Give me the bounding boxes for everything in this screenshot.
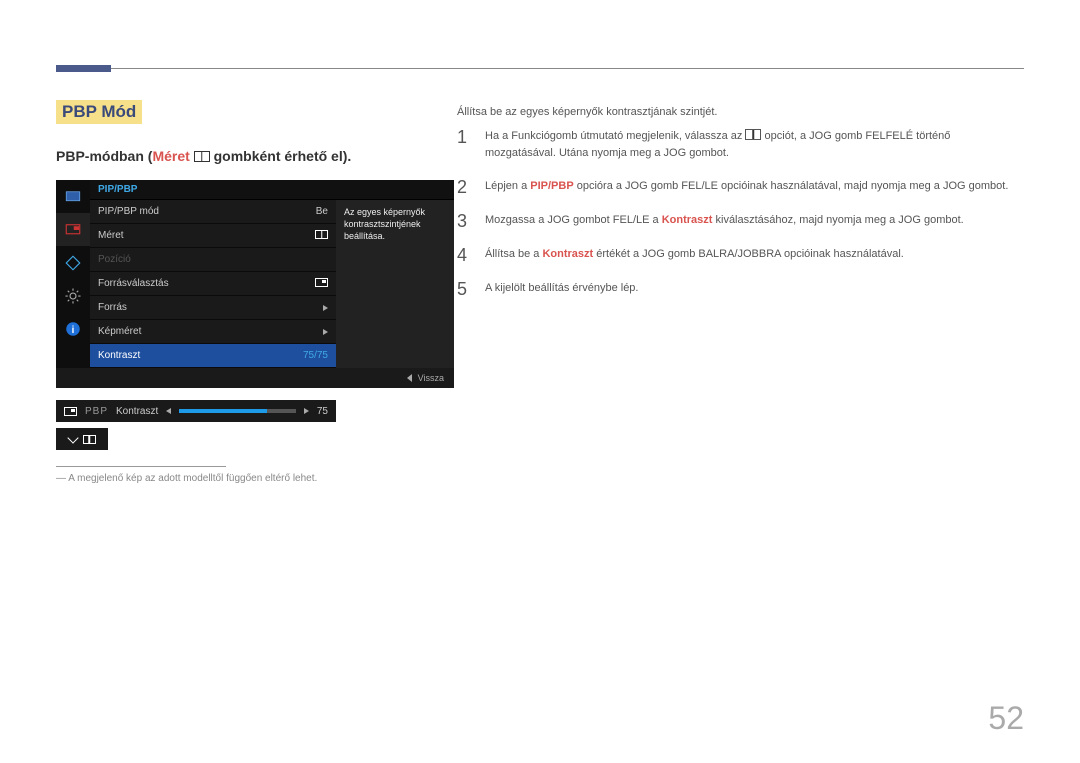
osd-icon-view[interactable] [56, 246, 90, 279]
bottom-hint [56, 428, 108, 450]
osd-icon-picture[interactable] [56, 180, 90, 213]
t: kiválasztásához, majd nyomja meg a JOG g… [712, 214, 963, 226]
left-column: PBP Mód PBP-módban (Méret gombként érhet… [56, 100, 456, 484]
slider-mode: PBP [85, 406, 108, 417]
t: opcióra a JOG gomb FEL/LE opcióinak hasz… [574, 180, 1009, 192]
osd-icon-info[interactable]: i [56, 312, 90, 345]
divider [56, 466, 226, 467]
osd-row-label: Forrásválasztás [98, 278, 169, 289]
top-accent [56, 65, 111, 72]
osd-row-label: Képméret [98, 326, 141, 337]
osd-row-size[interactable]: Méret [90, 224, 336, 248]
osd-row-position: Pozíció [90, 248, 336, 272]
inset-icon [64, 407, 77, 416]
osd-sidebar: i [56, 180, 90, 368]
svg-text:i: i [72, 324, 75, 335]
osd-row-label: Pozíció [98, 254, 131, 265]
osd-row-label: Kontraszt [98, 350, 140, 361]
osd-row-pipmode[interactable]: PIP/PBP mód Be [90, 200, 336, 224]
chevron-right-icon [323, 305, 328, 311]
pbp-split-icon [194, 151, 210, 162]
t: A kijelölt beállítás érvénybe lép. [485, 282, 638, 294]
osd-row-contrast[interactable]: Kontraszt 75/75 [90, 344, 336, 368]
osd-row-imgsize[interactable]: Képméret [90, 320, 336, 344]
step-number: 2 [457, 178, 471, 196]
osd-list: PIP/PBP mód Be Méret Pozíció Forrásv [90, 200, 336, 368]
right-column: Állítsa be az egyes képernyők kontrasztj… [457, 106, 1023, 314]
t: értékét a JOG gomb BALRA/JOBBRA opcióina… [593, 248, 904, 260]
subheading-highlight: Méret [152, 148, 189, 164]
subheading: PBP-módban (Méret gombként érhető el). [56, 148, 456, 164]
step-body: Ha a Funkciógomb útmutató megjelenik, vá… [485, 128, 1023, 162]
step-body: Lépjen a PIP/PBP opcióra a JOG gomb FEL/… [485, 178, 1023, 196]
intro-text: Állítsa be az egyes képernyők kontrasztj… [457, 106, 1023, 118]
t-h: Kontraszt [542, 248, 593, 260]
slider-box: PBP Kontraszt 75 [56, 400, 336, 422]
step-number: 5 [457, 280, 471, 298]
t: Mozgassa a JOG gombot FEL/LE a [485, 214, 662, 226]
step-5: 5 A kijelölt beállítás érvénybe lép. [457, 280, 1023, 298]
chevron-down-icon [67, 432, 78, 443]
osd-row-source[interactable]: Forrás [90, 296, 336, 320]
section-title: PBP Mód [56, 100, 142, 124]
osd-row-label: Méret [98, 230, 124, 241]
osd-header: PIP/PBP [90, 180, 454, 200]
osd-icon-pip[interactable] [56, 213, 90, 246]
t: Állítsa be a [485, 248, 542, 260]
step-number: 4 [457, 246, 471, 264]
slider-value: 75 [317, 406, 328, 417]
chevron-left-icon[interactable] [166, 408, 171, 414]
pbp-split-icon [745, 129, 761, 140]
osd-row-sourceselect[interactable]: Forrásválasztás [90, 272, 336, 296]
t-h: PIP/PBP [530, 180, 573, 192]
osd-row-label: Forrás [98, 302, 127, 313]
step-4: 4 Állítsa be a Kontraszt értékét a JOG g… [457, 246, 1023, 264]
step-2: 2 Lépjen a PIP/PBP opcióra a JOG gomb FE… [457, 178, 1023, 196]
step-1: 1 Ha a Funkciógomb útmutató megjelenik, … [457, 128, 1023, 162]
osd-row-value: Be [316, 206, 328, 217]
page-number: 52 [988, 700, 1024, 737]
step-number: 3 [457, 212, 471, 230]
split-icon [315, 230, 328, 241]
subheading-prefix: PBP-módban ( [56, 148, 152, 164]
t: Lépjen a [485, 180, 530, 192]
slider-label: Kontraszt [116, 406, 158, 417]
step-body: Állítsa be a Kontraszt értékét a JOG gom… [485, 246, 1023, 264]
subheading-suffix: gombként érhető el). [210, 148, 352, 164]
step-body: Mozgassa a JOG gombot FEL/LE a Kontraszt… [485, 212, 1023, 230]
osd-row-value: 75/75 [303, 350, 328, 361]
top-border [56, 68, 1024, 69]
t: Ha a Funkciógomb útmutató megjelenik, vá… [485, 130, 745, 142]
step-3: 3 Mozgassa a JOG gombot FEL/LE a Kontras… [457, 212, 1023, 230]
osd-back-label[interactable]: Vissza [418, 373, 444, 383]
pbp-split-icon [83, 435, 96, 444]
osd-menu: i PIP/PBP PIP/PBP mód Be Méret [56, 180, 454, 388]
osd-tip: Az egyes képernyők kontrasztszintjének b… [336, 200, 454, 368]
chevron-right-icon [323, 329, 328, 335]
chevron-left-icon [407, 374, 412, 382]
slider-track[interactable] [179, 409, 296, 413]
chevron-right-icon[interactable] [304, 408, 309, 414]
osd-footer: Vissza [56, 368, 454, 388]
osd-icon-settings[interactable] [56, 279, 90, 312]
osd-row-label: PIP/PBP mód [98, 206, 159, 217]
t-h: Kontraszt [662, 214, 713, 226]
slider-fill [179, 409, 266, 413]
inset-icon [315, 278, 328, 289]
step-body: A kijelölt beállítás érvénybe lép. [485, 280, 1023, 298]
footnote: ― A megjelenő kép az adott modelltől füg… [56, 473, 456, 484]
step-number: 1 [457, 128, 471, 162]
